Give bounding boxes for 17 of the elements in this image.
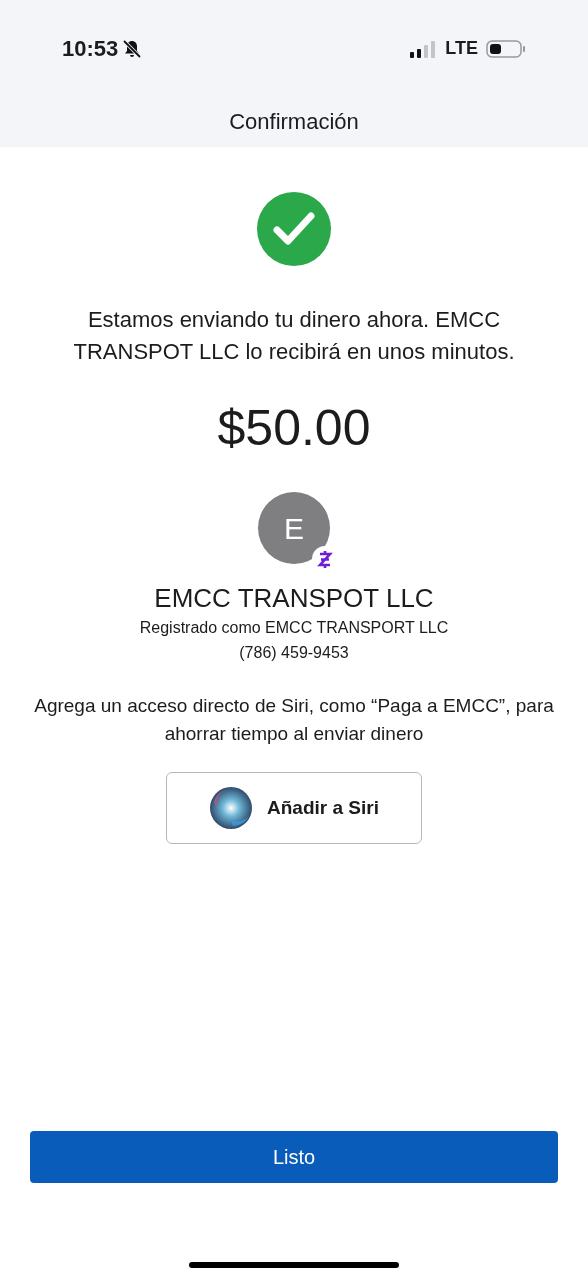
status-time: 10:53 bbox=[62, 35, 119, 63]
checkmark-icon bbox=[257, 192, 331, 266]
battery-icon bbox=[486, 38, 526, 59]
signal-icon bbox=[409, 39, 438, 58]
recipient-avatar: E bbox=[258, 492, 330, 564]
screen-title: Confirmación bbox=[229, 107, 359, 136]
siri-suggestion: Agrega un acceso directo de Siri, como “Paga a EMCC”, para ahorrar tiempo al enviar dinero bbox=[33, 694, 555, 746]
registered-name: Registrado como EMCC TRANSPORT LLC bbox=[139, 618, 449, 638]
recipient-name: EMCC TRANSPOT LLC bbox=[154, 582, 434, 614]
bell-muted-icon bbox=[122, 38, 143, 59]
confirmation-message: Estamos enviando tu dinero ahora. EMCC TRANSPOT LLC lo recibirá en unos minutos. bbox=[72, 306, 516, 366]
done-button[interactable]: Listo bbox=[30, 1131, 558, 1183]
siri-icon bbox=[209, 786, 254, 830]
recipient-phone: (786) 459-9453 bbox=[239, 643, 349, 663]
network-label: LTE bbox=[445, 37, 478, 60]
add-to-siri-button[interactable]: Añadir a Siri bbox=[166, 772, 422, 844]
amount: $50.00 bbox=[217, 399, 371, 458]
